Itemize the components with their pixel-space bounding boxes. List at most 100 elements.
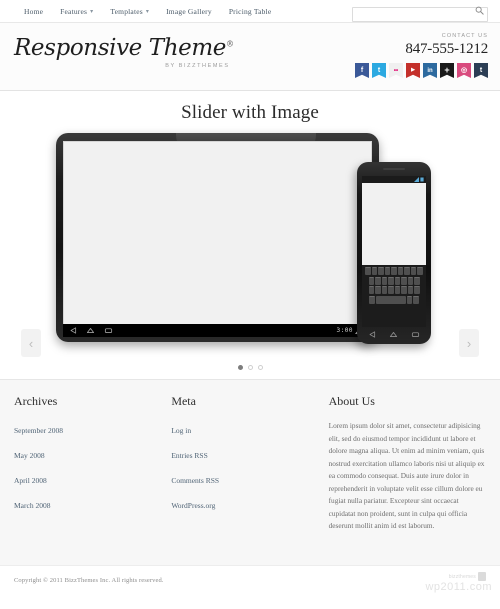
- recents-icon[interactable]: [411, 331, 420, 338]
- widget-title: About Us: [328, 394, 375, 408]
- copyright-text: Copyright © 2011 BizzThemes Inc. All rig…: [14, 576, 164, 584]
- list-item: Entries RSS: [171, 445, 310, 463]
- archive-link[interactable]: March 2008: [14, 501, 50, 510]
- slide-title: Slider with Image: [181, 102, 319, 123]
- slider-pagination: [0, 365, 500, 370]
- slider-prev-button[interactable]: ‹: [21, 329, 41, 357]
- keyboard-row: [363, 276, 425, 285]
- contact-phone: 847-555-1212: [405, 41, 488, 57]
- keyboard-key[interactable]: [391, 267, 397, 275]
- watermark-text: wp2011.com: [425, 581, 492, 593]
- keyboard-key[interactable]: [368, 276, 374, 285]
- phone-nav-bar: [362, 328, 426, 341]
- home-icon[interactable]: [86, 327, 95, 334]
- tumblr-icon[interactable]: t: [474, 63, 488, 78]
- meta-link[interactable]: WordPress.org: [171, 501, 215, 510]
- widget-title: Archives: [14, 394, 58, 408]
- keyboard-key[interactable]: [404, 267, 410, 275]
- nav-item-label: Image Gallery: [166, 6, 212, 16]
- contact-label: CONTACT US: [441, 33, 488, 39]
- twitter-icon[interactable]: t: [372, 63, 386, 78]
- linkedin-glyph: in: [427, 67, 433, 74]
- logo-tagline: BY BIZZTHEMES: [165, 63, 230, 69]
- googleplus-icon[interactable]: +: [440, 63, 454, 78]
- nav-item-features[interactable]: Features ▾: [60, 7, 104, 16]
- keyboard-key[interactable]: [371, 267, 378, 275]
- slider-dot-1[interactable]: [237, 365, 243, 370]
- slider-dot-3[interactable]: [257, 365, 263, 370]
- keyboard-key[interactable]: [368, 286, 374, 294]
- nav-item-pricing-table[interactable]: Pricing Table: [229, 7, 283, 16]
- keyboard-key[interactable]: [394, 286, 400, 294]
- chevron-right-icon: ›: [466, 335, 472, 351]
- keyboard-key[interactable]: [388, 276, 394, 285]
- meta-link[interactable]: Entries RSS: [171, 451, 207, 460]
- tablet-mockup: 3:00: [56, 133, 379, 342]
- recents-icon[interactable]: [104, 327, 113, 334]
- bizzthemes-badge[interactable]: bizzthemes: [449, 572, 486, 581]
- main-menu: Home Features ▾ Templates ▾ Image Gallery …: [12, 7, 288, 16]
- keyboard-spacebar[interactable]: [375, 295, 406, 304]
- keyboard-key[interactable]: [381, 276, 387, 285]
- site-logo[interactable]: Responsive Theme® BY BIZZTHEMES: [14, 37, 234, 70]
- keyboard-key[interactable]: [365, 267, 371, 275]
- keyboard-key[interactable]: [401, 286, 407, 294]
- nav-item-home[interactable]: Home: [24, 7, 54, 16]
- keyboard-key[interactable]: [407, 276, 413, 285]
- keyboard-key[interactable]: [394, 276, 400, 285]
- archives-list: September 2008 May 2008 April 2008 March…: [14, 420, 153, 513]
- instagram-icon[interactable]: ◎: [457, 63, 471, 78]
- meta-link[interactable]: Log in: [171, 426, 191, 435]
- keyboard-row: [363, 267, 425, 275]
- keyboard-key[interactable]: [397, 267, 404, 275]
- keyboard-key[interactable]: [388, 286, 394, 294]
- keyboard-key[interactable]: [414, 286, 420, 294]
- linkedin-icon[interactable]: in: [423, 63, 437, 78]
- meta-link[interactable]: Comments RSS: [171, 476, 219, 485]
- widget-title: Meta: [171, 394, 196, 408]
- keyboard-key[interactable]: [406, 295, 413, 304]
- phone-screen: [362, 176, 426, 327]
- slider-dot-2[interactable]: [247, 365, 253, 370]
- keyboard-key[interactable]: [407, 286, 413, 294]
- list-item: March 2008: [14, 495, 153, 513]
- keyboard-key[interactable]: [414, 276, 420, 285]
- nav-item-image-gallery[interactable]: Image Gallery: [166, 7, 223, 16]
- facebook-icon[interactable]: f: [355, 63, 369, 78]
- nav-item-label: Home: [24, 6, 44, 16]
- archive-link[interactable]: April 2008: [14, 476, 47, 485]
- nav-item-templates[interactable]: Templates ▾: [110, 7, 160, 16]
- search-box: [352, 3, 488, 22]
- tablet-screen: [63, 141, 372, 337]
- list-item: Comments RSS: [171, 470, 310, 488]
- keyboard-key[interactable]: [384, 267, 391, 275]
- top-navigation-bar: Home Features ▾ Templates ▾ Image Gallery …: [0, 0, 500, 23]
- meta-list: Log in Entries RSS Comments RSS WordPres…: [171, 420, 310, 513]
- copyright-bar: Copyright © 2011 BizzThemes Inc. All rig…: [0, 565, 500, 594]
- archive-link[interactable]: May 2008: [14, 451, 45, 460]
- youtube-icon[interactable]: ▶: [406, 63, 420, 78]
- back-icon[interactable]: [368, 331, 376, 338]
- widget-archives: Archives September 2008 May 2008 April 2…: [14, 394, 171, 565]
- keyboard-key[interactable]: [375, 286, 381, 294]
- tablet-clock: 3:00: [336, 327, 353, 334]
- phone-keyboard[interactable]: [362, 265, 426, 327]
- home-icon[interactable]: [389, 331, 398, 338]
- chevron-down-icon: ▾: [90, 8, 94, 15]
- keyboard-key[interactable]: [410, 267, 417, 275]
- search-input[interactable]: [352, 6, 488, 22]
- contact-block: CONTACT US 847-555-1212 f t •• ▶ in + ◎ …: [355, 33, 488, 78]
- keyboard-key[interactable]: [369, 295, 375, 304]
- keyboard-key[interactable]: [381, 286, 387, 294]
- keyboard-key[interactable]: [375, 276, 381, 285]
- keyboard-key[interactable]: [401, 276, 407, 285]
- tablet-system-bar: 3:00: [63, 324, 372, 337]
- keyboard-key[interactable]: [378, 267, 384, 275]
- keyboard-key[interactable]: [417, 267, 423, 275]
- back-icon[interactable]: [69, 327, 77, 334]
- list-item: April 2008: [14, 470, 153, 488]
- slider-next-button[interactable]: ›: [459, 329, 479, 357]
- archive-link[interactable]: September 2008: [14, 426, 63, 435]
- flickr-icon[interactable]: ••: [389, 63, 403, 78]
- keyboard-key[interactable]: [413, 295, 419, 304]
